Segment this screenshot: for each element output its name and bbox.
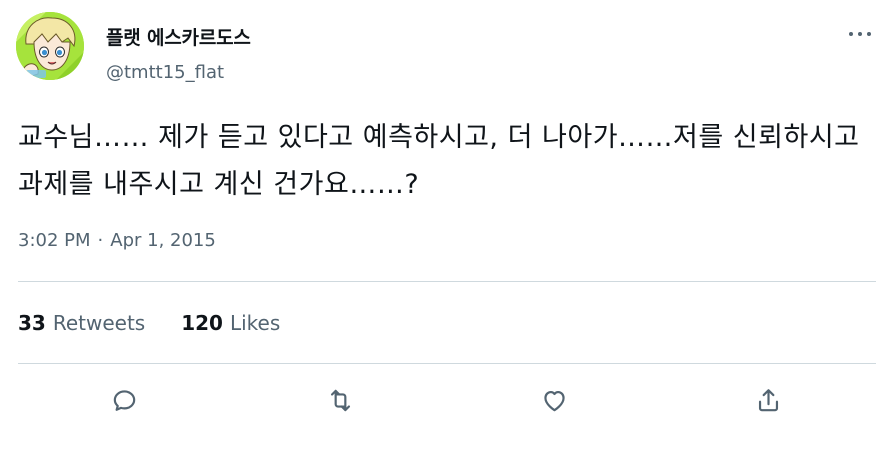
- retweet-icon: [330, 389, 350, 411]
- likes-stat[interactable]: 120 Likes: [181, 311, 280, 335]
- likes-label: Likes: [229, 311, 281, 335]
- avatar-illustration: [16, 12, 84, 80]
- tweet-text: 교수님…… 제가 듣고 있다고 예측하시고, 더 나아가……저를 신뢰하시고 과…: [18, 122, 860, 200]
- share-icon: [758, 388, 778, 411]
- divider: [18, 363, 876, 364]
- share-button[interactable]: [748, 380, 788, 420]
- likes-count: 120: [181, 311, 223, 335]
- more-horizontal-icon: [847, 32, 874, 36]
- author-handle[interactable]: @tmtt15_flat: [106, 62, 224, 83]
- author-display-name[interactable]: 플랫 에스카르도스: [106, 23, 251, 50]
- retweet-button[interactable]: [320, 380, 360, 420]
- like-button[interactable]: [534, 380, 574, 420]
- tweet-date[interactable]: Apr 1, 2015: [110, 230, 216, 251]
- tweet-time[interactable]: 3:02 PM: [18, 230, 91, 251]
- meta-separator: ·: [97, 230, 104, 251]
- retweets-label: Retweets: [52, 311, 146, 335]
- retweets-count: 33: [18, 311, 46, 335]
- heart-icon: [543, 390, 565, 411]
- divider: [18, 281, 876, 282]
- reply-button[interactable]: [104, 380, 144, 420]
- tweet-card: 플랫 에스카르도스 @tmtt15_flat 교수님…… 제가 듣고 있다고 예…: [0, 0, 894, 454]
- tweet-stats: 33 Retweets 120 Likes: [18, 311, 316, 335]
- avatar[interactable]: [16, 12, 84, 80]
- tweet-timestamp: 3:02 PM · Apr 1, 2015: [18, 230, 216, 251]
- more-options-button[interactable]: [840, 16, 880, 52]
- reply-icon: [113, 389, 135, 411]
- retweets-stat[interactable]: 33 Retweets: [18, 311, 145, 335]
